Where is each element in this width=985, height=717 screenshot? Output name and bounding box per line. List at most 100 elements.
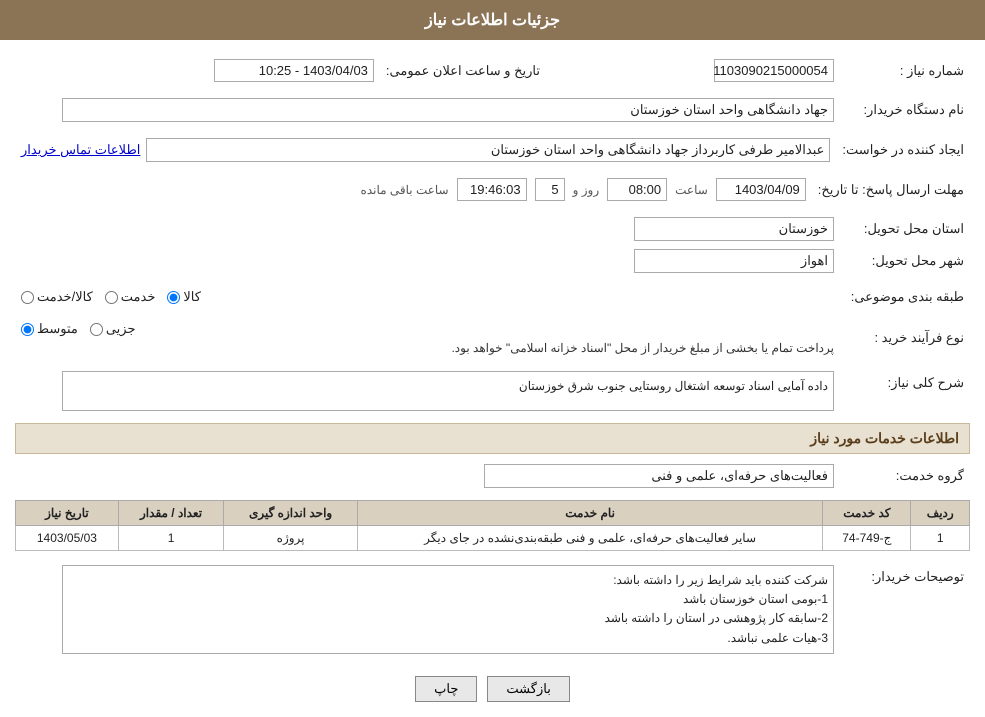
- toseye-value: شرکت کننده باید شرایط زیر را داشته باشد:…: [62, 565, 834, 654]
- radio-kala-label: کالا: [183, 289, 201, 305]
- mohlat-saat-label: ساعت: [675, 183, 708, 197]
- th-kod: کد خدمت: [823, 501, 911, 526]
- radio-kala-khadamat[interactable]: کالا/خدمت: [21, 289, 93, 305]
- radio-khadamat-label: خدمت: [121, 289, 156, 305]
- row-shahr: شهر محل تحویل: اهواز: [15, 245, 970, 277]
- gorohe-value: فعالیت‌های حرفه‌ای، علمی و فنی: [484, 464, 834, 488]
- row-shomare-tarikh: شماره نیاز : 1103090215000054 تاریخ و سا…: [15, 55, 970, 86]
- dastgah-cell: جهاد دانشگاهی واحد استان خوزستان: [15, 94, 840, 126]
- row-toseye: توصیحات خریدار: شرکت کننده باید شرایط زی…: [15, 561, 970, 658]
- top-info-table: شماره نیاز : 1103090215000054 تاریخ و سا…: [15, 55, 970, 86]
- ijad-value: عبدالامیر طرفی کاربرداز جهاد دانشگاهی وا…: [146, 138, 830, 162]
- dastgah-label: نام دستگاه خریدار:: [840, 94, 970, 126]
- tarikh-cell: 1403/04/03 - 10:25: [15, 55, 380, 86]
- cell-tarikh: 1403/05/03: [16, 526, 119, 551]
- radio-kala-khadamat-label: کالا/خدمت: [37, 289, 93, 305]
- mohlat-baqi-label: ساعت باقی مانده: [361, 183, 449, 197]
- provider-row: عبدالامیر طرفی کاربرداز جهاد دانشگاهی وا…: [21, 138, 830, 162]
- page-header: جزئیات اطلاعات نیاز: [0, 0, 985, 40]
- radio-khadamat-input[interactable]: [105, 291, 118, 304]
- shahr-cell: اهواز: [15, 245, 840, 277]
- print-button[interactable]: چاپ: [415, 676, 477, 702]
- th-tedad: تعداد / مقدار: [118, 501, 223, 526]
- tabaqe-cell: کالا/خدمت خدمت کالا: [15, 285, 840, 309]
- cell-tedad: 1: [118, 526, 223, 551]
- service-table: ردیف کد خدمت نام خدمت واحد اندازه گیری ت…: [15, 500, 970, 551]
- cell-vahed: پروژه: [224, 526, 358, 551]
- tarikh-label: تاریخ و ساعت اعلان عمومی:: [380, 55, 560, 86]
- radio-joz-i-label: جزیی: [106, 321, 136, 337]
- ostan-value: خوزستان: [634, 217, 834, 241]
- row-mohlat: مهلت ارسال پاسخ: تا تاریخ: 1403/04/09 سا…: [15, 174, 970, 205]
- mohlat-saat: 08:00: [607, 178, 667, 201]
- contact-link[interactable]: اطلاعات تماس خریدار: [21, 142, 140, 158]
- farayand-note: پرداخت تمام یا بخشی از مبلغ خریدار از مح…: [21, 341, 834, 355]
- shomare-niaz-label: شماره نیاز :: [840, 55, 970, 86]
- row-farayand: نوع فرآیند خرید : متوسط جزیی پرداخت تمام…: [15, 317, 970, 359]
- mohlat-cell: 1403/04/09 ساعت 08:00 روز و 5 19:46:03 س…: [15, 174, 812, 205]
- toseye-outer-table: توصیحات خریدار: شرکت کننده باید شرایط زی…: [15, 561, 970, 658]
- table-row: 1 ج-749-74 سایر فعالیت‌های حرفه‌ای، علمی…: [16, 526, 970, 551]
- farayand-table: نوع فرآیند خرید : متوسط جزیی پرداخت تمام…: [15, 317, 970, 359]
- shomare-niaz-value: 1103090215000054: [714, 59, 834, 82]
- shomare-niaz-cell: 1103090215000054: [560, 55, 840, 86]
- farayand-radio-group: متوسط جزیی: [21, 321, 834, 337]
- radio-joz-i-input[interactable]: [90, 323, 103, 336]
- radio-kala[interactable]: کالا: [167, 289, 201, 305]
- dastgah-table: نام دستگاه خریدار: جهاد دانشگاهی واحد اس…: [15, 94, 970, 126]
- gorohe-cell: فعالیت‌های حرفه‌ای، علمی و فنی: [15, 460, 840, 492]
- radio-khadamat[interactable]: خدمت: [105, 289, 156, 305]
- cell-kod: ج-749-74: [823, 526, 911, 551]
- row-gorohe: گروه خدمت: فعالیت‌های حرفه‌ای، علمی و فن…: [15, 460, 970, 492]
- farayand-cell: متوسط جزیی پرداخت تمام یا بخشی از مبلغ خ…: [15, 317, 840, 359]
- shahr-label: شهر محل تحویل:: [840, 245, 970, 277]
- farayand-label: نوع فرآیند خرید :: [840, 317, 970, 359]
- toseye-cell: شرکت کننده باید شرایط زیر را داشته باشد:…: [15, 561, 840, 658]
- cell-nam: سایر فعالیت‌های حرفه‌ای، علمی و فنی طبقه…: [357, 526, 822, 551]
- mohlat-roz-label: روز و: [573, 183, 600, 197]
- ostan-cell: خوزستان: [15, 213, 840, 245]
- khadamat-section-title: اطلاعات خدمات مورد نیاز: [15, 423, 970, 454]
- service-table-body: 1 ج-749-74 سایر فعالیت‌های حرفه‌ای، علمی…: [16, 526, 970, 551]
- toseye-label: توصیحات خریدار:: [840, 561, 970, 658]
- tabaqe-table: طبقه بندی موضوعی: کالا/خدمت خدمت کالا: [15, 285, 970, 309]
- radio-motavasset-label: متوسط: [37, 321, 78, 337]
- ijad-cell: عبدالامیر طرفی کاربرداز جهاد دانشگاهی وا…: [15, 134, 836, 166]
- row-dastgah: نام دستگاه خریدار: جهاد دانشگاهی واحد اس…: [15, 94, 970, 126]
- page-title: جزئیات اطلاعات نیاز: [425, 12, 560, 29]
- gorohe-table: گروه خدمت: فعالیت‌های حرفه‌ای، علمی و فن…: [15, 460, 970, 492]
- mohlat-table: مهلت ارسال پاسخ: تا تاریخ: 1403/04/09 سا…: [15, 174, 970, 205]
- back-button[interactable]: بازگشت: [487, 676, 569, 702]
- radio-motavasset-input[interactable]: [21, 323, 34, 336]
- sharh-outer-table: شرح کلی نیاز: داده آمایی اسناد توسعه اشت…: [15, 367, 970, 415]
- page-container: جزئیات اطلاعات نیاز شماره نیاز : 1103090…: [0, 0, 985, 717]
- ijad-label: ایجاد کننده در خواست:: [836, 134, 970, 166]
- radio-motavasset[interactable]: متوسط: [21, 321, 78, 337]
- mohlat-label: مهلت ارسال پاسخ: تا تاریخ:: [812, 174, 970, 205]
- radio-kala-khadamat-input[interactable]: [21, 291, 34, 304]
- sharh-label: شرح کلی نیاز:: [840, 367, 970, 415]
- th-vahed: واحد اندازه گیری: [224, 501, 358, 526]
- gorohe-label: گروه خدمت:: [840, 460, 970, 492]
- cell-radif: 1: [911, 526, 970, 551]
- th-radif: ردیف: [911, 501, 970, 526]
- service-header-row: ردیف کد خدمت نام خدمت واحد اندازه گیری ت…: [16, 501, 970, 526]
- radio-joz-i[interactable]: جزیی: [90, 321, 136, 337]
- tabaqe-label: طبقه بندی موضوعی:: [840, 285, 970, 309]
- buttons-row: بازگشت چاپ: [15, 666, 970, 712]
- ostan-table: استان محل تحویل: خوزستان شهر محل تحویل: …: [15, 213, 970, 277]
- service-table-head: ردیف کد خدمت نام خدمت واحد اندازه گیری ت…: [16, 501, 970, 526]
- mohlat-roz: 5: [535, 178, 565, 201]
- mohlat-fields: 1403/04/09 ساعت 08:00 روز و 5 19:46:03 س…: [21, 178, 806, 201]
- tabaqe-radio-group: کالا/خدمت خدمت کالا: [21, 289, 834, 305]
- sharh-value: داده آمایی اسناد توسعه اشتغال روستایی جن…: [62, 371, 834, 411]
- shahr-value: اهواز: [634, 249, 834, 273]
- row-ijad: ایجاد کننده در خواست: عبدالامیر طرفی کار…: [15, 134, 970, 166]
- row-tabaqe: طبقه بندی موضوعی: کالا/خدمت خدمت کالا: [15, 285, 970, 309]
- mohlat-baqi: 19:46:03: [457, 178, 527, 201]
- sharh-cell: داده آمایی اسناد توسعه اشتغال روستایی جن…: [15, 367, 840, 415]
- ijad-table: ایجاد کننده در خواست: عبدالامیر طرفی کار…: [15, 134, 970, 166]
- mohlat-date: 1403/04/09: [716, 178, 806, 201]
- radio-kala-input[interactable]: [167, 291, 180, 304]
- dastgah-value: جهاد دانشگاهی واحد استان خوزستان: [62, 98, 834, 122]
